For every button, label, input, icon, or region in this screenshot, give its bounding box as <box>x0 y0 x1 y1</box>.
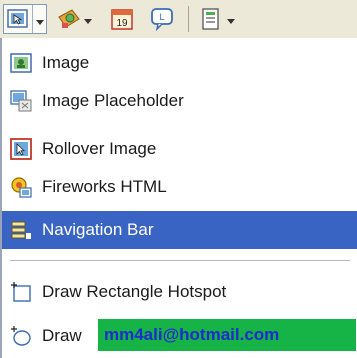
menu-item-label: Navigation Bar <box>42 220 154 239</box>
menu-item-draw-rectangle-hotspot[interactable]: Draw Rectangle Hotspot <box>2 273 357 311</box>
templates-button[interactable] <box>196 4 240 34</box>
comment-icon: L <box>151 8 173 31</box>
image-placeholder-icon <box>10 90 32 112</box>
menu-item-label: Fireworks HTML <box>42 177 167 196</box>
comment-button[interactable]: L <box>148 4 178 34</box>
menu-item-label: Draw <box>42 326 82 345</box>
date-button[interactable]: 19 <box>108 4 136 34</box>
image-insert-menu: Image Image Placeholder Rollover Image F… <box>0 38 357 358</box>
asset-icon <box>58 9 80 28</box>
menu-item-label: Image Placeholder <box>42 91 184 110</box>
menu-item-label: Rollover Image <box>42 139 157 158</box>
image-icon <box>10 53 32 73</box>
menu-item-image-placeholder[interactable]: Image Placeholder <box>2 82 357 120</box>
fireworks-html-icon <box>11 177 32 198</box>
rollover-image-icon <box>10 138 32 160</box>
menu-item-rollover-image[interactable]: Rollover Image <box>2 130 357 168</box>
menu-separator <box>10 260 350 261</box>
assets-button[interactable] <box>54 4 96 34</box>
oval-hotspot-icon <box>11 326 31 346</box>
menu-item-label: Draw Rectangle Hotspot <box>42 282 227 301</box>
menu-item-fireworks-html[interactable]: Fireworks HTML <box>2 168 357 206</box>
menu-item-label: Image <box>42 53 90 72</box>
insert-toolbar: 19 L <box>0 0 357 39</box>
image-dropdown-button[interactable] <box>3 4 47 34</box>
chevron-down-icon[interactable] <box>32 5 33 33</box>
calendar-icon: 19 <box>111 9 133 30</box>
watermark-email: mm4ali@hotmail.com <box>98 319 356 351</box>
image-icon <box>7 9 28 28</box>
menu-item-navigation-bar[interactable]: Navigation Bar <box>2 211 357 249</box>
navigation-bar-icon <box>11 221 31 239</box>
menu-item-image[interactable]: Image <box>2 44 357 82</box>
rectangle-hotspot-icon <box>11 282 31 302</box>
template-icon <box>202 8 219 30</box>
svg-text:L: L <box>159 12 164 22</box>
svg-text:19: 19 <box>116 18 128 29</box>
